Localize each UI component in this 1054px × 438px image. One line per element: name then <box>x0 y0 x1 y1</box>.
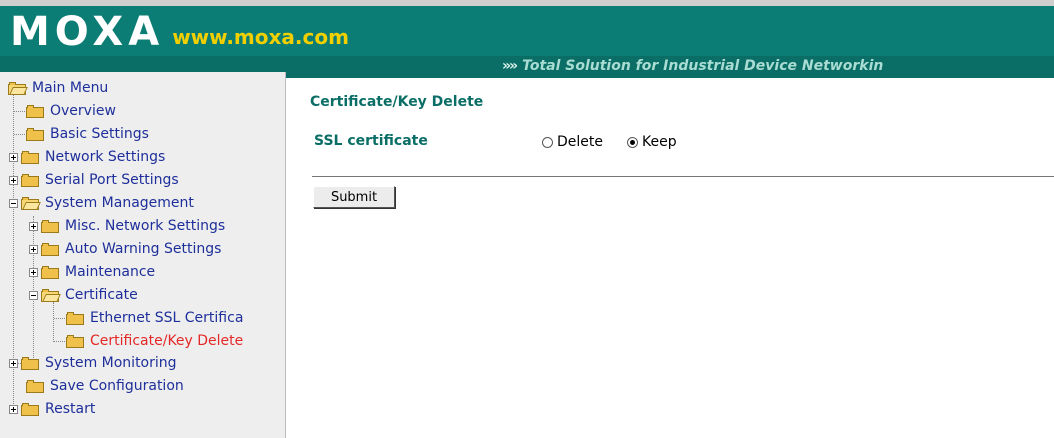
sidebar-item-maintenance[interactable]: Maintenance <box>29 261 155 283</box>
moxa-url: www.moxa.com <box>172 25 349 49</box>
content-panel: Certificate/Key Delete SSL certificate D… <box>286 72 1054 438</box>
folder-icon <box>26 127 44 141</box>
sidebar-item-certificate[interactable]: Certificate <box>29 284 138 306</box>
sidebar-item-main-menu[interactable]: Main Menu <box>8 77 108 99</box>
sidebar-item-system-management[interactable]: System Management <box>9 192 194 214</box>
sidebar-item-label: Certificate <box>65 287 138 303</box>
sidebar-item-label: Restart <box>45 401 96 417</box>
sidebar-item-system-monitoring[interactable]: System Monitoring <box>9 352 177 374</box>
sidebar-item-label: Maintenance <box>65 264 156 280</box>
expand-plus-icon[interactable] <box>9 152 18 162</box>
folder-open-icon <box>8 81 26 95</box>
sidebar-item-overview[interactable]: Overview <box>26 100 116 122</box>
folder-icon <box>21 402 39 416</box>
delete-radio[interactable] <box>542 136 553 148</box>
tree-line <box>14 111 25 112</box>
folder-icon <box>41 219 59 233</box>
sidebar-item-misc-network-settings[interactable]: Misc. Network Settings <box>29 215 225 237</box>
sidebar-item-label: Main Menu <box>32 80 109 96</box>
tree-line <box>14 134 25 135</box>
keep-radio-label: Keep <box>642 134 677 150</box>
delete-radio-label: Delete <box>557 134 603 150</box>
folder-icon <box>21 356 39 370</box>
collapse-minus-icon[interactable] <box>29 290 38 300</box>
keep-radio[interactable] <box>627 136 638 148</box>
collapse-minus-icon[interactable] <box>9 198 18 208</box>
sidebar-item-label: Ethernet SSL Certifica <box>90 310 244 326</box>
sidebar-item-label: Overview <box>50 103 116 119</box>
page-title: Certificate/Key Delete <box>310 94 484 110</box>
expand-plus-icon[interactable] <box>9 404 18 414</box>
sidebar-item-label: System Management <box>45 195 194 211</box>
folder-icon <box>66 311 84 325</box>
expand-plus-icon[interactable] <box>9 175 18 185</box>
sidebar-item-label: Misc. Network Settings <box>65 218 226 234</box>
divider <box>312 176 1054 177</box>
sidebar-item-serial-port-settings[interactable]: Serial Port Settings <box>9 169 179 191</box>
folder-icon <box>21 150 39 164</box>
folder-icon <box>41 265 59 279</box>
folder-open-icon <box>41 288 59 302</box>
sidebar-item-label: Certificate/Key Delete <box>90 333 244 349</box>
header-banner: MOXA www.moxa.com »» Total Solution for I… <box>0 0 1054 78</box>
tree-line <box>54 341 65 342</box>
folder-icon <box>66 334 84 348</box>
sidebar-item-label: Save Configuration <box>50 378 184 394</box>
sidebar-item-save-configuration[interactable]: Save Configuration <box>26 375 184 397</box>
expand-plus-icon[interactable] <box>29 221 38 231</box>
sidebar-item-certificate-key-delete[interactable]: Certificate/Key Delete <box>66 330 243 352</box>
expand-plus-icon[interactable] <box>29 267 38 277</box>
sidebar-item-network-settings[interactable]: Network Settings <box>9 146 165 168</box>
logo: MOXA www.moxa.com <box>10 12 349 52</box>
folder-icon <box>21 173 39 187</box>
sidebar-tree: Main Menu Overview Basic Settings Networ… <box>0 72 286 438</box>
folder-icon <box>41 242 59 256</box>
expand-plus-icon[interactable] <box>9 358 18 368</box>
sidebar-item-label: System Monitoring <box>45 355 177 371</box>
sidebar-item-restart[interactable]: Restart <box>9 398 95 420</box>
sidebar-item-label: Basic Settings <box>50 126 149 142</box>
folder-icon <box>26 379 44 393</box>
submit-button[interactable]: Submit <box>313 186 395 208</box>
keep-option[interactable]: Keep <box>627 134 677 150</box>
sidebar-item-label: Auto Warning Settings <box>65 241 222 257</box>
delete-option[interactable]: Delete <box>542 134 603 150</box>
folder-icon <box>26 104 44 118</box>
moxa-logo: MOXA <box>10 9 165 55</box>
sidebar-item-label: Network Settings <box>45 149 166 165</box>
folder-open-icon <box>21 196 39 210</box>
sidebar-item-ethernet-ssl-certificate[interactable]: Ethernet SSL Certifica <box>66 307 243 329</box>
tree-line <box>53 302 54 342</box>
expand-plus-icon[interactable] <box>29 244 38 254</box>
sidebar-item-label: Serial Port Settings <box>45 172 179 188</box>
ssl-certificate-label: SSL certificate <box>314 133 428 149</box>
tree-line <box>54 318 65 319</box>
sidebar-item-basic-settings[interactable]: Basic Settings <box>26 123 149 145</box>
sidebar-item-auto-warning-settings[interactable]: Auto Warning Settings <box>29 238 221 260</box>
